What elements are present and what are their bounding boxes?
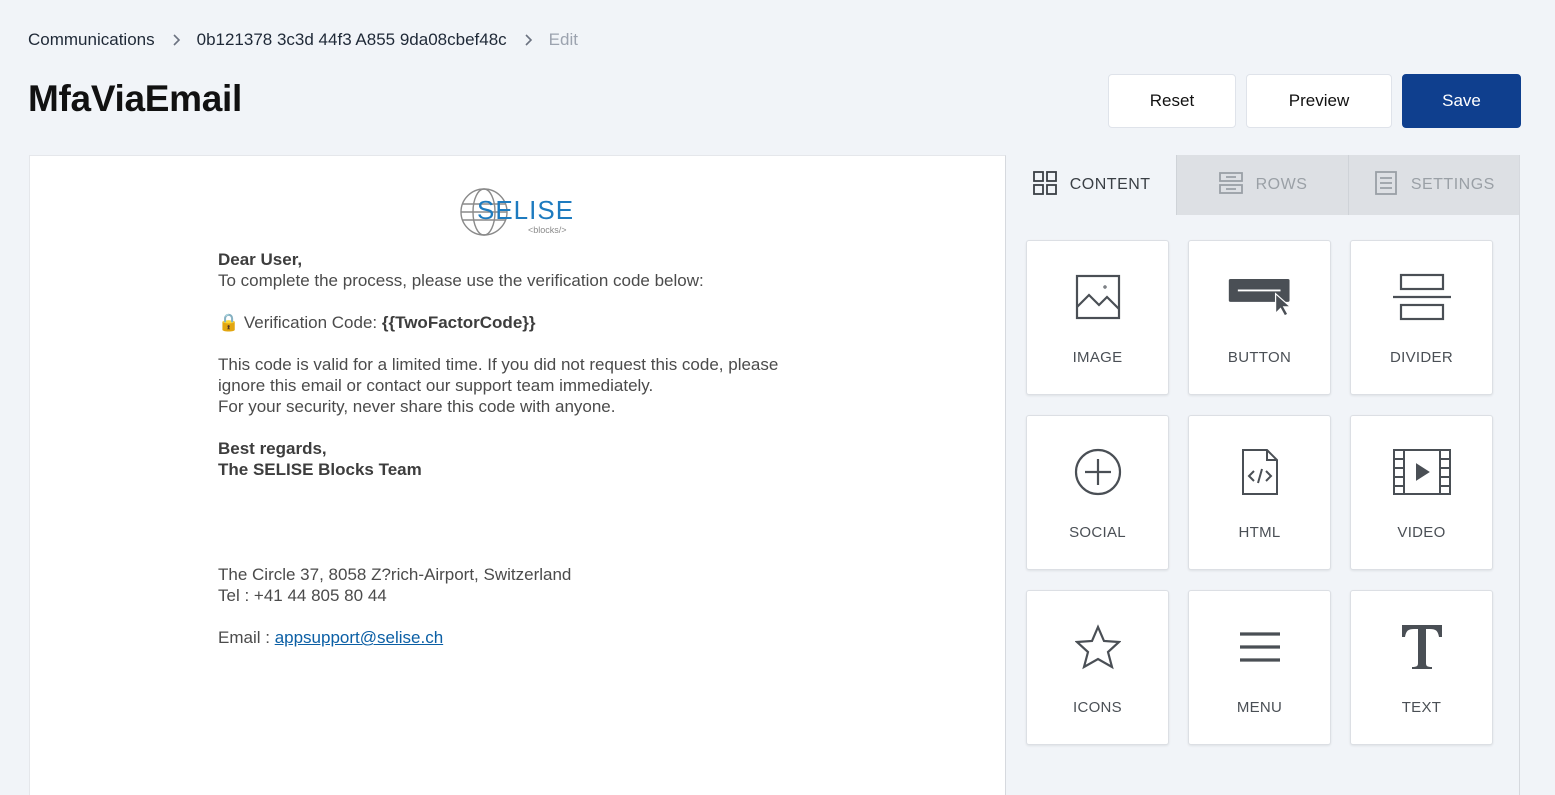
grid-icon — [1032, 170, 1058, 201]
email-contact-line: Email : appsupport@selise.ch — [218, 627, 838, 648]
email-greeting: Dear User, — [218, 250, 303, 269]
settings-doc-icon — [1373, 170, 1399, 201]
chevron-right-icon — [523, 34, 533, 46]
security-line: For your security, never share this code… — [218, 397, 616, 416]
block-html-label: HTML — [1238, 524, 1281, 541]
tab-settings-label: SETTINGS — [1410, 176, 1495, 193]
button-icon — [1228, 271, 1292, 323]
verification-code-label: 🔒 Verification Code: — [218, 313, 382, 332]
logo-subtext: <blocks/> — [528, 225, 567, 235]
tab-content-label: CONTENT — [1069, 176, 1151, 193]
text-icon — [1390, 621, 1454, 673]
breadcrumb-template-id[interactable]: 0b121378 3c3d 44f3 A855 9da08cbef48c — [197, 30, 507, 50]
tab-settings[interactable]: SETTINGS — [1347, 155, 1519, 215]
validity-line-1: This code is valid for a limited time. I… — [218, 355, 779, 374]
email-contact-label: Email : — [218, 628, 275, 647]
plus-circle-icon — [1066, 446, 1130, 498]
rows-icon — [1218, 170, 1244, 201]
block-text[interactable]: TEXT — [1350, 590, 1493, 745]
image-icon — [1066, 271, 1130, 323]
validity-line-2: ignore this email or contact our support… — [218, 376, 654, 395]
divider-icon — [1390, 271, 1454, 323]
page-title: MfaViaEmail — [28, 78, 243, 119]
address-line: The Circle 37, 8058 Z?rich-Airport, Swit… — [218, 565, 572, 584]
block-video[interactable]: VIDEO — [1350, 415, 1493, 570]
block-divider-label: DIVIDER — [1390, 349, 1453, 366]
tel-line: Tel : +41 44 805 80 44 — [218, 586, 387, 605]
block-button-label: BUTTON — [1227, 349, 1292, 366]
block-image[interactable]: IMAGE — [1026, 240, 1169, 395]
block-text-label: TEXT — [1401, 699, 1442, 716]
email-editor-canvas[interactable]: SELISE <blocks/> Dear User, To complete … — [29, 155, 1006, 795]
email-team: The SELISE Blocks Team — [218, 460, 422, 479]
block-image-label: IMAGE — [1072, 349, 1123, 366]
email-intro: To complete the process, please use the … — [218, 271, 704, 290]
content-blocks-grid: IMAGE BUTTON DIVIDER SOCIAL HTML VIDEO I… — [1026, 240, 1493, 745]
block-icons-label: ICONS — [1072, 699, 1122, 716]
builder-side-panel: CONTENT ROWS SETTINGS IMAGE BUTTON DIVID… — [1006, 155, 1520, 795]
preview-button[interactable]: Preview — [1246, 74, 1392, 128]
code-file-icon — [1228, 446, 1292, 498]
chevron-right-icon — [171, 34, 181, 46]
email-signoff: Best regards, — [218, 439, 327, 458]
breadcrumb: Communications 0b121378 3c3d 44f3 A855 9… — [28, 30, 578, 50]
breadcrumb-edit: Edit — [548, 30, 578, 49]
tab-content[interactable]: CONTENT — [1006, 155, 1177, 215]
block-social[interactable]: SOCIAL — [1026, 415, 1169, 570]
block-divider[interactable]: DIVIDER — [1350, 240, 1493, 395]
block-menu[interactable]: MENU — [1188, 590, 1331, 745]
selise-logo: SELISE <blocks/> — [460, 184, 580, 240]
verification-code-line: 🔒 Verification Code: {{TwoFactorCode}} — [218, 312, 838, 333]
menu-icon — [1228, 621, 1292, 673]
verification-code-value: {{TwoFactorCode}} — [381, 313, 536, 332]
save-button[interactable]: Save — [1402, 74, 1521, 128]
email-body[interactable]: Dear User, To complete the process, plea… — [218, 249, 838, 648]
block-html[interactable]: HTML — [1188, 415, 1331, 570]
block-video-label: VIDEO — [1397, 524, 1446, 541]
logo-text: SELISE — [477, 195, 574, 225]
panel-tabs: CONTENT ROWS SETTINGS — [1006, 155, 1519, 215]
tab-rows[interactable]: ROWS — [1176, 155, 1348, 215]
breadcrumb-communications[interactable]: Communications — [28, 30, 155, 50]
video-icon — [1390, 446, 1454, 498]
support-email-link[interactable]: appsupport@selise.ch — [275, 628, 443, 647]
block-icons[interactable]: ICONS — [1026, 590, 1169, 745]
block-button[interactable]: BUTTON — [1188, 240, 1331, 395]
block-menu-label: MENU — [1236, 699, 1283, 716]
star-icon — [1066, 621, 1130, 673]
block-social-label: SOCIAL — [1069, 524, 1126, 541]
tab-rows-label: ROWS — [1255, 176, 1308, 193]
reset-button[interactable]: Reset — [1108, 74, 1236, 128]
